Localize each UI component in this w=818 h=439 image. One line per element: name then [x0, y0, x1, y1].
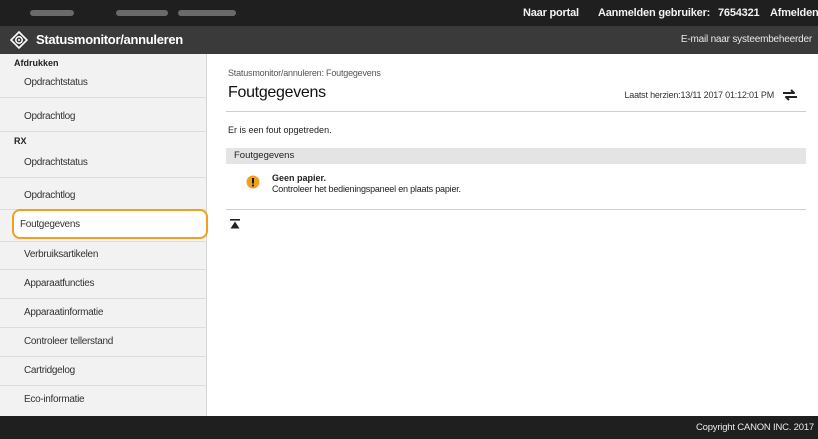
section-title: Foutgegevens: [234, 150, 295, 161]
blurred-text: [30, 10, 74, 16]
sidebar-item-device-features[interactable]: Apparaatfuncties: [8, 270, 207, 298]
breadcrumb: Statusmonitor/annuleren: Foutgegevens: [228, 68, 381, 78]
divider: [226, 111, 806, 112]
section-header: Foutgegevens: [226, 148, 806, 164]
footer: Copyright CANON INC. 2017: [0, 416, 818, 439]
sidebar-item-fax-job-status[interactable]: Opdrachtstatus: [8, 149, 207, 177]
divider: [0, 131, 207, 132]
error-occurred-message: Er is een fout opgetreden.: [228, 125, 332, 135]
sidebar-item-device-information[interactable]: Apparaatinformatie: [8, 299, 207, 327]
sidebar-item-fax-job-log[interactable]: Opdrachtlog: [8, 182, 207, 210]
error-description: Controleer het bedieningspaneel en plaat…: [272, 184, 461, 194]
user-id: 7654321: [718, 7, 760, 19]
page-title: Foutgegevens: [228, 84, 326, 101]
header-bar: Statusmonitor/annuleren E-mail naar syst…: [0, 26, 818, 54]
error-title: Geen papier.: [272, 173, 327, 183]
top-bar: Naar portal Aanmelden gebruiker: 7654321…: [0, 0, 818, 26]
sidebar-item-print-job-status[interactable]: Opdrachtstatus: [8, 69, 207, 97]
refresh-icon[interactable]: [780, 85, 800, 105]
sidebar-item-print-job-log[interactable]: Opdrachtlog: [8, 103, 207, 131]
sidebar-section-fax: RX: [14, 136, 27, 146]
divider: [226, 209, 806, 210]
blurred-text: [178, 10, 236, 16]
sidebar: Afdrukken Opdrachtstatus Opdrachtlog RX …: [0, 54, 208, 416]
page-header-title: Statusmonitor/annuleren: [36, 32, 183, 47]
last-updated-text: Laatst herzien:13/11 2017 01:12:01 PM: [624, 90, 774, 100]
back-to-top-icon[interactable]: [230, 219, 240, 229]
portal-link[interactable]: Naar portal: [523, 7, 579, 19]
email-admin-link[interactable]: E-mail naar systeembeheerder: [681, 34, 812, 45]
logout-link[interactable]: Afmelden: [770, 7, 818, 19]
blurred-text: [116, 10, 168, 16]
status-monitor-icon: [10, 31, 28, 49]
sidebar-item-cartridge-log[interactable]: Cartridgelog: [8, 357, 207, 385]
sidebar-item-consumables[interactable]: Verbruiksartikelen: [8, 241, 207, 269]
copyright-text: Copyright CANON INC. 2017: [695, 422, 814, 433]
main-content: Statusmonitor/annuleren: Foutgegevens Fo…: [208, 54, 818, 416]
user-label: Aanmelden gebruiker:: [598, 7, 711, 19]
warning-icon: [246, 175, 260, 189]
divider: [0, 97, 207, 98]
divider: [0, 177, 207, 178]
sidebar-item-check-counter[interactable]: Controleer tellerstand: [8, 328, 207, 356]
sidebar-item-error-info[interactable]: Foutgegevens: [12, 209, 208, 239]
sidebar-section-print: Afdrukken: [14, 58, 59, 68]
sidebar-item-eco-information[interactable]: Eco-informatie: [8, 386, 207, 414]
